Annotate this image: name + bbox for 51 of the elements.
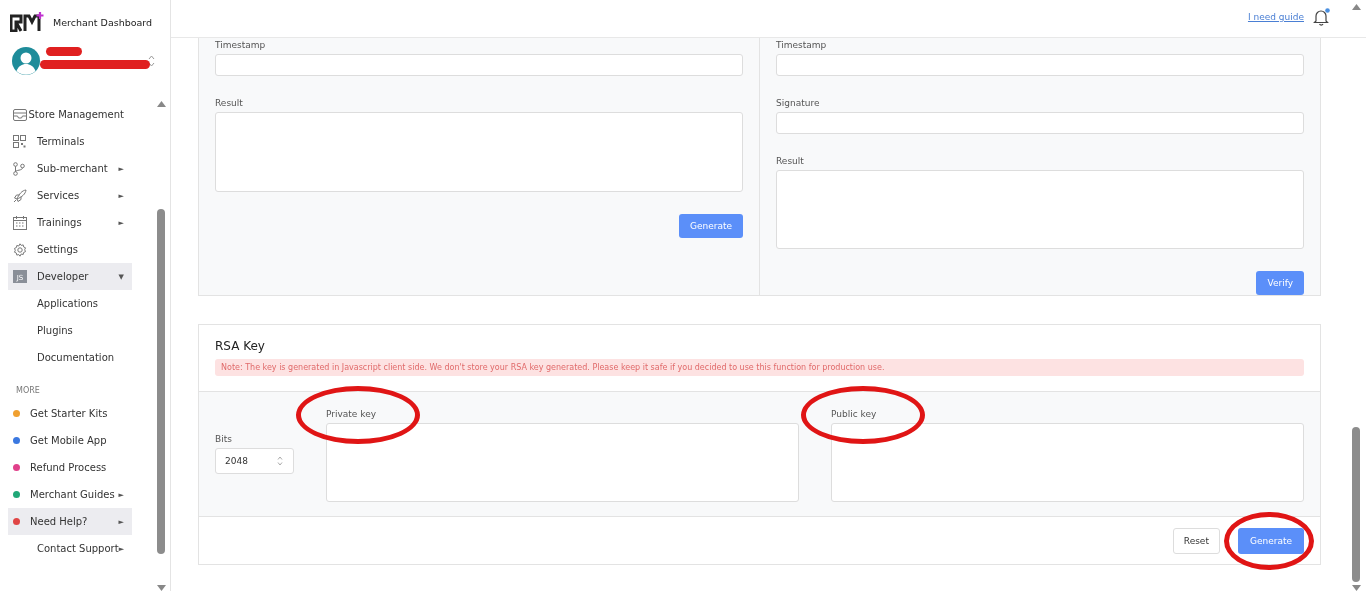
chevron-updown-icon[interactable] bbox=[148, 55, 155, 67]
warning-note: Note: The key is generated in Javascript client side. We don't store your RSA key generated. Please keep it safe if you decided to use this function for production use. bbox=[215, 359, 1304, 376]
scroll-down-icon[interactable] bbox=[1351, 585, 1361, 591]
branch-icon bbox=[13, 161, 25, 176]
sidebar-subitem[interactable]: Plugins bbox=[8, 317, 132, 344]
input-field[interactable] bbox=[215, 54, 743, 76]
number-field[interactable]: 2048 bbox=[215, 448, 294, 474]
sidebar-item[interactable]: Terminals bbox=[8, 128, 132, 155]
calendar-icon bbox=[13, 215, 27, 230]
field-label: Private key bbox=[326, 409, 376, 419]
field-label: Public key bbox=[831, 409, 877, 419]
sidebar-subitem[interactable]: Documentation bbox=[8, 344, 132, 371]
field-label: Bits bbox=[215, 434, 233, 444]
scrollbar-thumb[interactable] bbox=[1352, 427, 1360, 582]
scroll-up-icon[interactable] bbox=[156, 101, 166, 107]
bell-icon[interactable] bbox=[1313, 7, 1330, 26]
text-area[interactable] bbox=[831, 423, 1304, 502]
input-field[interactable] bbox=[776, 54, 1304, 76]
field-label: Result bbox=[215, 98, 244, 108]
section-heading: MORE bbox=[16, 386, 41, 395]
field-label: Timestamp bbox=[215, 40, 267, 50]
text-area[interactable] bbox=[215, 112, 743, 192]
sidebar-item[interactable]: Get Mobile App bbox=[8, 427, 132, 454]
rocket-icon bbox=[13, 188, 27, 203]
text-area[interactable] bbox=[326, 423, 799, 502]
field-label: Result bbox=[776, 155, 805, 166]
sidebar-item[interactable]: Get Starter Kits bbox=[8, 400, 132, 427]
tray-icon bbox=[13, 108, 27, 121]
guide-link[interactable]: I need guide bbox=[1247, 11, 1304, 22]
settings-icon bbox=[13, 242, 27, 257]
spinner-icon bbox=[277, 456, 283, 466]
field-label: Signature bbox=[776, 97, 821, 108]
scroll-up-icon[interactable] bbox=[1351, 4, 1361, 10]
field-label: Timestamp bbox=[776, 40, 828, 50]
sidebar-item[interactable]: Refund Process bbox=[8, 454, 132, 481]
sidebar-item[interactable]: Store Management bbox=[8, 101, 132, 128]
logo-icon bbox=[10, 12, 46, 32]
text-area[interactable] bbox=[776, 169, 1304, 249]
sidebar-item[interactable]: Settings bbox=[8, 236, 132, 263]
scrollbar[interactable] bbox=[1350, 4, 1362, 591]
scroll-down-icon[interactable] bbox=[156, 585, 166, 591]
input-field[interactable] bbox=[776, 111, 1304, 134]
brand-title: Merchant Dashboard bbox=[53, 16, 153, 28]
card-title: RSA Key bbox=[215, 339, 266, 353]
qr-code-icon bbox=[13, 135, 26, 148]
reset-button[interactable]: Reset bbox=[1172, 527, 1220, 554]
avatar-icon bbox=[12, 47, 40, 75]
scrollbar-thumb[interactable] bbox=[157, 209, 165, 554]
sidebar-subitem[interactable]: Applications bbox=[8, 290, 132, 317]
redaction-mark bbox=[46, 47, 82, 56]
scrollbar[interactable] bbox=[155, 101, 167, 591]
